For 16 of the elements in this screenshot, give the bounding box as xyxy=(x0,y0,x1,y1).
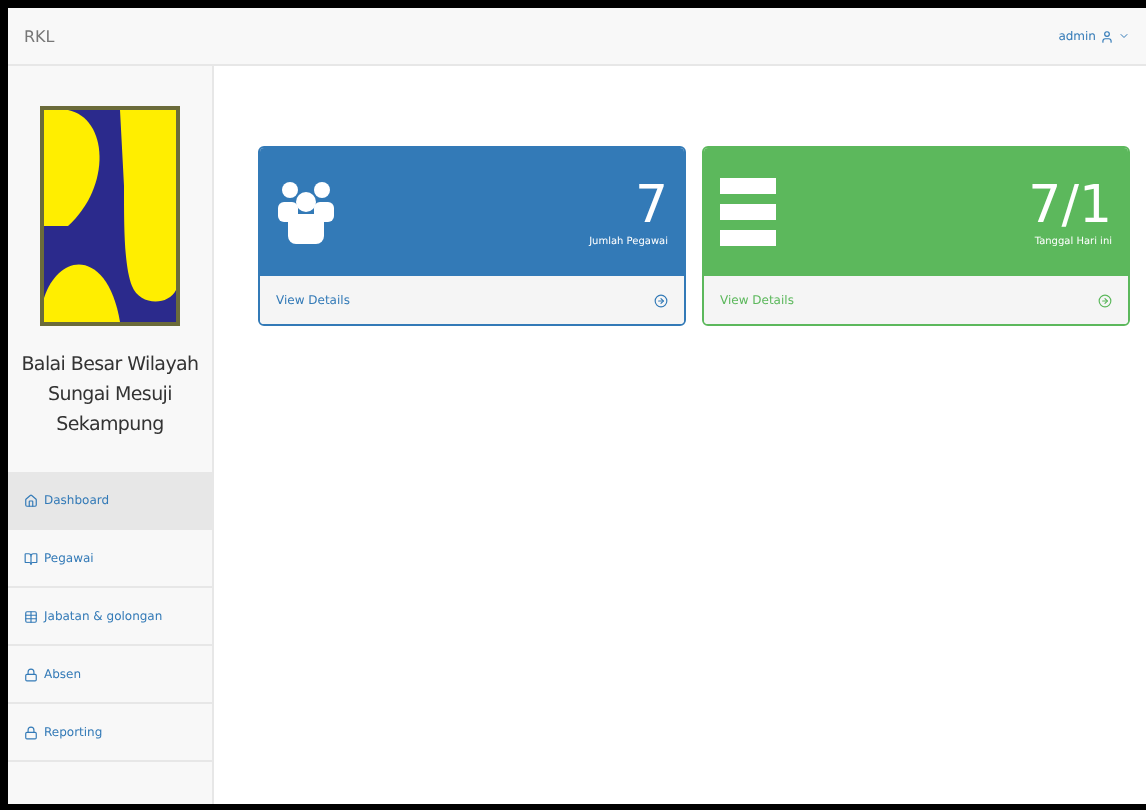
brand-title[interactable]: RKL xyxy=(24,27,55,45)
home-icon xyxy=(24,493,38,507)
caret-icon xyxy=(1118,30,1130,42)
stat-value: 7/1 xyxy=(1028,176,1112,236)
list-icon xyxy=(720,176,776,248)
lock-icon xyxy=(24,725,38,739)
users-icon xyxy=(276,178,336,246)
stat-value: 7 xyxy=(634,176,668,236)
arrow-right-icon[interactable] xyxy=(654,293,668,307)
lock-icon xyxy=(24,667,38,681)
table-icon xyxy=(24,609,38,623)
book-icon xyxy=(24,551,38,565)
arrow-right-icon[interactable] xyxy=(1098,293,1112,307)
organization-name: Balai Besar Wilayah Sungai Mesuji Sekampung xyxy=(19,352,201,440)
user-icon xyxy=(1100,29,1114,43)
logo-icon xyxy=(40,106,180,326)
